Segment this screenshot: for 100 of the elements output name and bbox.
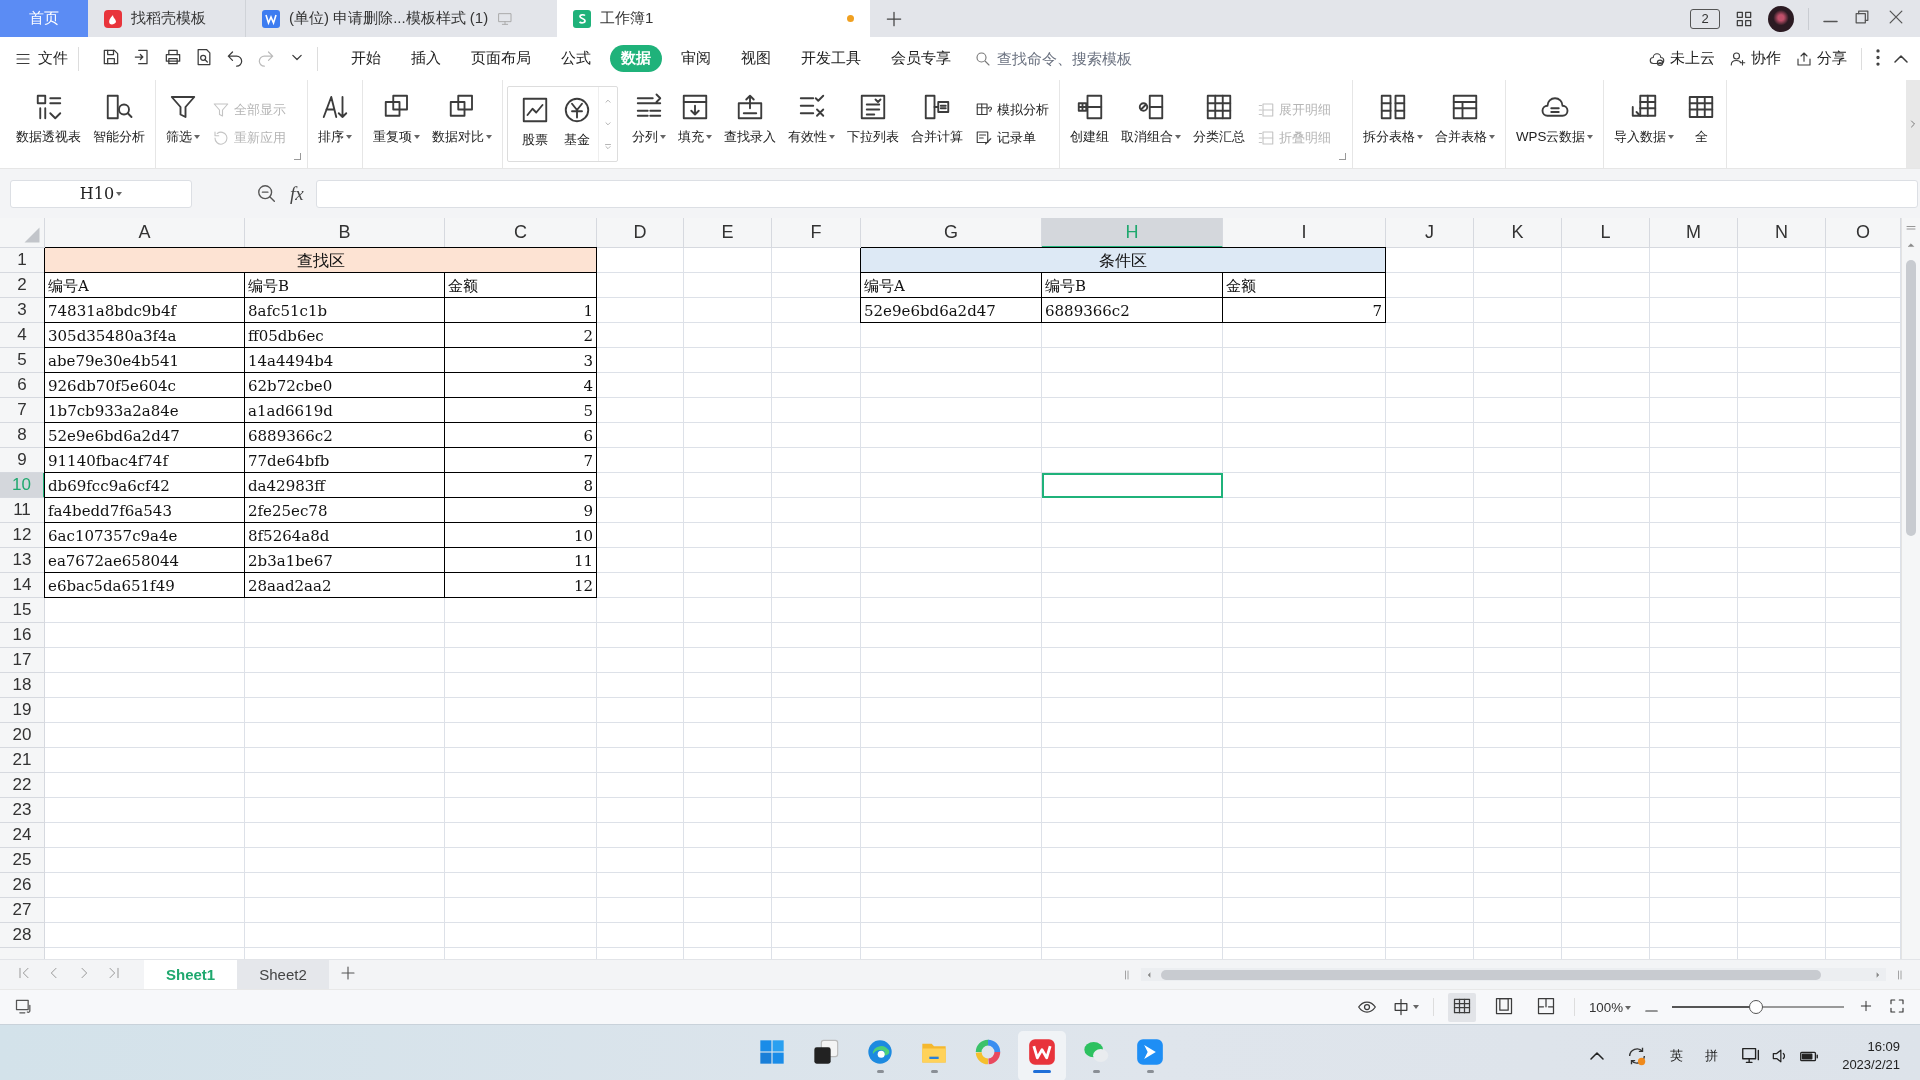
row-header[interactable]: 3: [0, 298, 45, 323]
ribbon-tab[interactable]: 会员专享: [880, 45, 962, 72]
ribbon-button[interactable]: 模拟分析: [975, 101, 1049, 119]
ribbon-button[interactable]: 导入数据: [1608, 84, 1681, 164]
column-header[interactable]: K: [1474, 218, 1562, 248]
column-header[interactable]: A: [45, 218, 245, 248]
row-header[interactable]: 18: [0, 673, 45, 698]
column-header[interactable]: O: [1826, 218, 1901, 248]
row-header[interactable]: 6: [0, 373, 45, 398]
document-tab[interactable]: 工作簿1: [557, 0, 870, 37]
formula-input[interactable]: [315, 179, 1918, 208]
horizontal-scrollbar[interactable]: [1141, 968, 1886, 981]
row-header[interactable]: 13: [0, 548, 45, 573]
row-header[interactable]: 8: [0, 423, 45, 448]
ribbon-button[interactable]: 重复项: [367, 84, 426, 164]
sheet-tab[interactable]: Sheet2: [237, 960, 329, 989]
ribbon-button[interactable]: 分类汇总: [1187, 84, 1251, 164]
ribbon-button[interactable]: 全: [1680, 84, 1723, 164]
group-launcher[interactable]: [1339, 153, 1346, 160]
ribbon-tab[interactable]: 页面布局: [460, 45, 542, 72]
group-launcher[interactable]: [294, 153, 301, 160]
ribbon-button[interactable]: 智能分析: [87, 84, 151, 164]
toolbar-action[interactable]: 分享: [1795, 49, 1847, 68]
clock[interactable]: 16:09 2023/2/21: [1842, 1039, 1900, 1072]
column-header[interactable]: N: [1738, 218, 1826, 248]
row-header[interactable]: 9: [0, 448, 45, 473]
column-header[interactable]: F: [772, 218, 861, 248]
ribbon-tab[interactable]: 插入: [400, 45, 452, 72]
ribbon-button[interactable]: WPS云数据: [1510, 84, 1600, 164]
row-header[interactable]: 19: [0, 698, 45, 723]
ribbon-tab[interactable]: 视图: [730, 45, 782, 72]
ribbon-button[interactable]: 股票: [514, 87, 556, 161]
row-header[interactable]: 27: [0, 898, 45, 923]
ribbon-tab[interactable]: 公式: [550, 45, 602, 72]
column-header[interactable]: L: [1562, 218, 1650, 248]
row-header[interactable]: 1: [0, 248, 45, 273]
row-header[interactable]: 7: [0, 398, 45, 423]
ribbon-button[interactable]: 记录单: [975, 129, 1049, 147]
row-header[interactable]: 28: [0, 923, 45, 948]
ribbon-button[interactable]: 查找录入: [718, 84, 782, 164]
ribbon-tab[interactable]: 审阅: [670, 45, 722, 72]
column-header[interactable]: M: [1650, 218, 1738, 248]
ribbon-button[interactable]: 创建组: [1064, 84, 1115, 164]
row-header[interactable]: 12: [0, 523, 45, 548]
toolbar-action[interactable]: 未上云: [1648, 49, 1715, 68]
input-mode-button[interactable]: 拼: [1705, 1046, 1719, 1065]
document-tab[interactable]: 找稻壳模板: [88, 0, 245, 37]
column-header[interactable]: J: [1386, 218, 1474, 248]
row-header[interactable]: 11: [0, 498, 45, 523]
row-header[interactable]: 5: [0, 348, 45, 373]
zoom-level-dropdown[interactable]: 100%: [1588, 999, 1631, 1015]
row-header[interactable]: 24: [0, 823, 45, 848]
window-count-button[interactable]: 2: [1690, 8, 1720, 29]
row-header[interactable]: 16: [0, 623, 45, 648]
vertical-scrollbar[interactable]: [1901, 218, 1920, 959]
column-header[interactable]: C: [445, 218, 597, 248]
row-header[interactable]: 20: [0, 723, 45, 748]
row-header[interactable]: 25: [0, 848, 45, 873]
avatar[interactable]: [1768, 5, 1794, 32]
name-box[interactable]: H10: [10, 179, 192, 208]
ribbon-button[interactable]: 数据透视表: [10, 84, 87, 164]
column-header[interactable]: B: [245, 218, 445, 248]
file-menu-button[interactable]: 文件: [14, 49, 68, 68]
toolbar-action[interactable]: 协作: [1729, 49, 1781, 68]
ribbon-button[interactable]: 基金: [556, 87, 598, 161]
scrollbar-thumb[interactable]: [1161, 969, 1821, 980]
row-header[interactable]: 14: [0, 573, 45, 598]
row-header[interactable]: 4: [0, 323, 45, 348]
row-header[interactable]: 17: [0, 648, 45, 673]
ribbon-button[interactable]: 填充: [672, 84, 718, 164]
row-header[interactable]: 22: [0, 773, 45, 798]
row-header[interactable]: 2: [0, 273, 45, 298]
scrollbar-thumb[interactable]: [1906, 260, 1916, 536]
ribbon-button[interactable]: 分列: [626, 84, 672, 164]
view-mode-button[interactable]: [1447, 992, 1476, 1022]
row-header[interactable]: 21: [0, 748, 45, 773]
column-header[interactable]: D: [597, 218, 684, 248]
more-button[interactable]: [1876, 48, 1880, 69]
ribbon-button[interactable]: 下拉列表: [841, 84, 905, 164]
ribbon-button[interactable]: 合并计算: [905, 84, 969, 164]
slider-thumb[interactable]: [1749, 1000, 1764, 1014]
row-header[interactable]: 26: [0, 873, 45, 898]
function-label[interactable]: fx: [290, 182, 304, 205]
column-header[interactable]: I: [1223, 218, 1386, 248]
ribbon-button[interactable]: 合并表格: [1429, 84, 1501, 164]
row-header[interactable]: 23: [0, 798, 45, 823]
ribbon-button[interactable]: 拆分表格: [1357, 84, 1429, 164]
row-header[interactable]: 15: [0, 598, 45, 623]
ribbon-tab[interactable]: 开始: [340, 45, 392, 72]
search-field[interactable]: 查找命令、搜索模板: [974, 49, 1214, 68]
ribbon-tab[interactable]: 开发工具: [790, 45, 872, 72]
input-language-button[interactable]: 英: [1670, 1046, 1684, 1065]
ribbon-button[interactable]: 筛选: [160, 84, 206, 164]
ribbon-button[interactable]: 有效性: [782, 84, 841, 164]
column-header[interactable]: E: [684, 218, 772, 248]
ribbon-button[interactable]: 数据对比: [426, 84, 498, 164]
ribbon-button[interactable]: 取消组合: [1115, 84, 1187, 164]
active-cell[interactable]: [1042, 473, 1223, 498]
column-header[interactable]: G: [861, 218, 1042, 248]
ribbon-button[interactable]: 排序: [312, 84, 358, 164]
